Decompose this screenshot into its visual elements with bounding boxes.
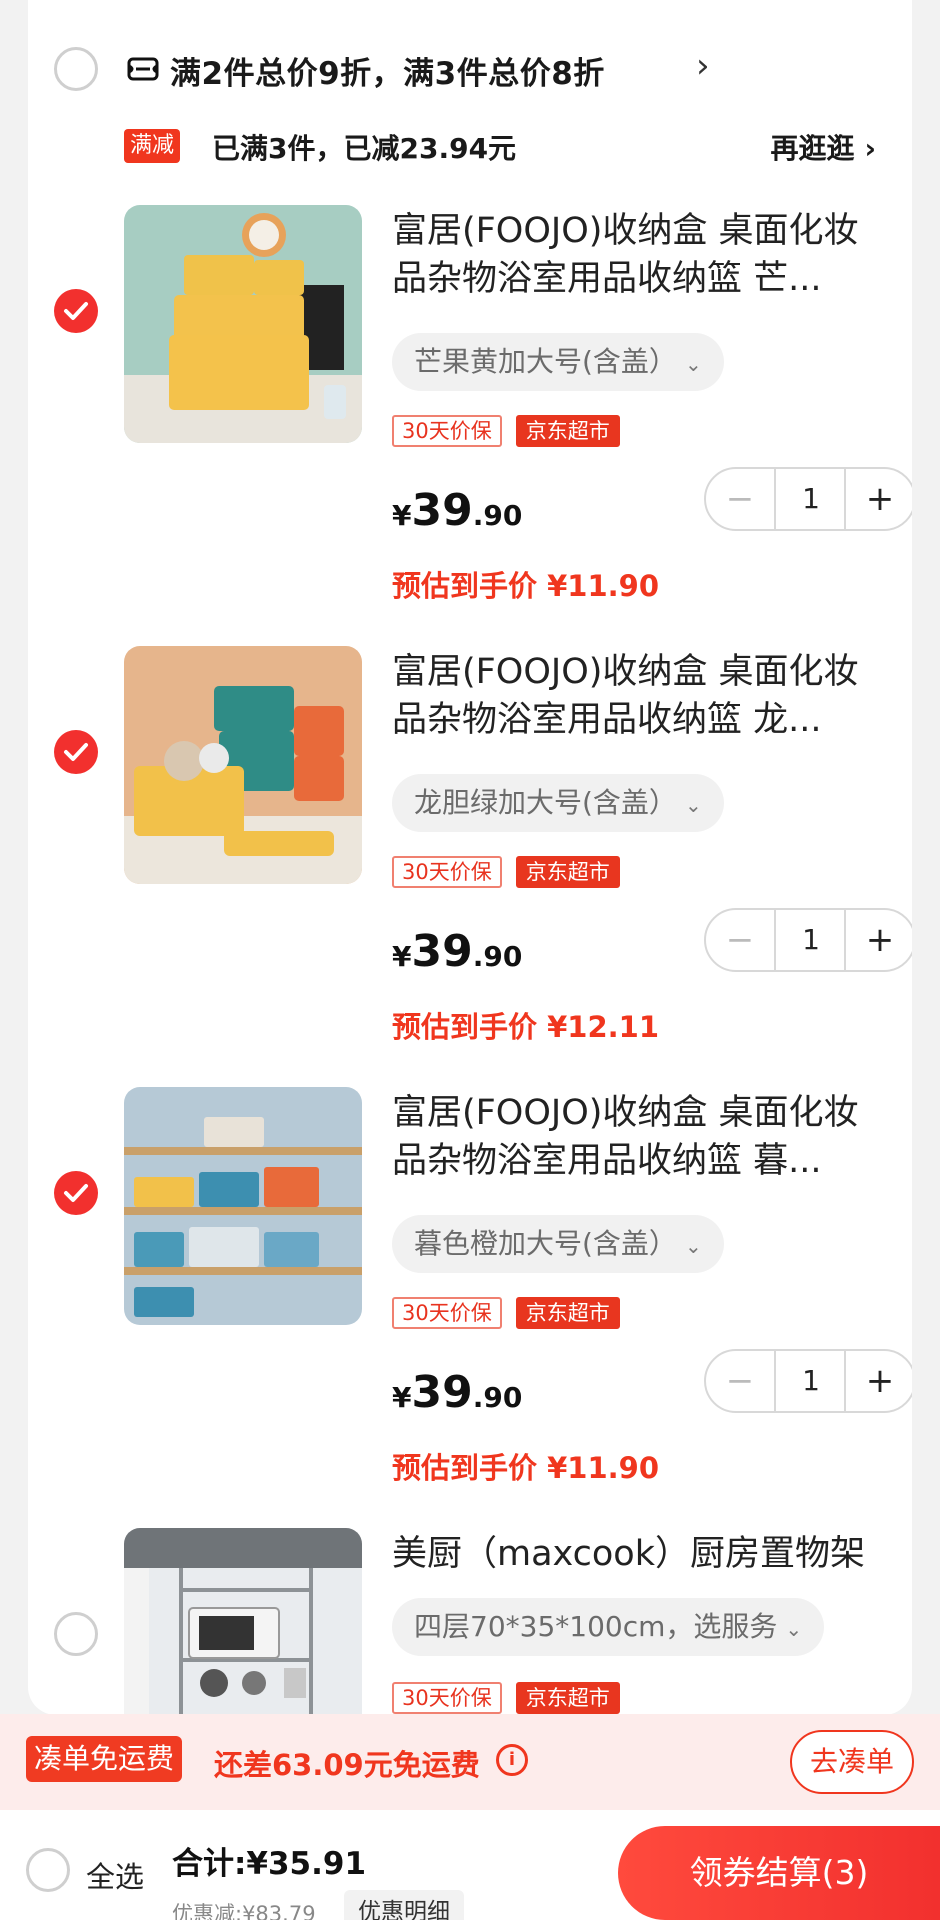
browse-more-label: 再逛逛 (770, 132, 855, 165)
select-all-label[interactable]: 全选 (86, 1854, 144, 1896)
price-currency: ¥ (392, 499, 412, 532)
free-shipping-tag: 凑单免运费 (26, 1736, 183, 1782)
item-price: ¥39.90 (392, 1367, 522, 1418)
product-image[interactable] (124, 1528, 362, 1715)
price-integer: 39 (411, 1367, 473, 1418)
price-currency: ¥ (392, 940, 412, 973)
price-guarantee-badge: 30天价保 (392, 1682, 502, 1714)
increase-button[interactable]: + (844, 1351, 912, 1411)
estimated-price: 预估到手价 ¥11.90 (392, 569, 660, 603)
jd-supermarket-badge: 京东超市 (515, 856, 620, 888)
badge-row: 30天价保 京东超市 (392, 1682, 634, 1714)
cart-store-card: 满2件总价9折，满3件总价8折 › 满减 已满3件，已减23.94元 再逛逛 › … (28, 0, 912, 1715)
promo-tag: 满减 (124, 129, 181, 163)
free-shipping-text: 还差63.09元免运费 (214, 1748, 480, 1782)
item-price: ¥39.90 (392, 485, 522, 536)
cart-item: 富居(FOOJO)收纳盒 桌面化妆品杂物浴室用品收纳篮 暮... 暮色橙加大号(… (28, 1087, 912, 1517)
price-guarantee-badge: 30天价保 (392, 1297, 502, 1329)
checkout-button[interactable]: 领券结算(3) (618, 1826, 940, 1920)
spec-selector[interactable]: 四层70*35*100cm，选服务 ⌄ (392, 1598, 825, 1656)
price-currency: ¥ (392, 1381, 412, 1414)
spec-label: 龙胆绿加大号(含盖） (414, 786, 677, 819)
checkout-bar: 全选 合计:¥35.91 优惠减:¥83.79 优惠明细 领券结算(3) (0, 1810, 940, 1920)
price-guarantee-badge: 30天价保 (392, 415, 502, 447)
quantity-stepper: − 1 + (704, 908, 912, 972)
product-image[interactable] (124, 646, 362, 884)
spec-selector[interactable]: 龙胆绿加大号(含盖） ⌄ (392, 774, 724, 832)
product-title[interactable]: 富居(FOOJO)收纳盒 桌面化妆品杂物浴室用品收纳篮 芒... (392, 207, 892, 303)
quantity-value[interactable]: 1 (776, 469, 846, 529)
item-price: ¥39.90 (392, 926, 522, 977)
price-integer: 39 (411, 926, 473, 977)
promo-chevron-right-icon: › (696, 46, 710, 86)
price-decimal: .90 (472, 940, 523, 973)
item-checked-icon[interactable] (54, 289, 98, 333)
price-decimal: .90 (472, 1381, 523, 1414)
badge-row: 30天价保 京东超市 (392, 415, 634, 447)
promo-status: 已满3件，已减23.94元 (212, 132, 517, 165)
spec-label: 四层70*35*100cm，选服务 (414, 1610, 778, 1643)
spec-selector[interactable]: 芒果黄加大号(含盖） ⌄ (392, 333, 724, 391)
product-title[interactable]: 富居(FOOJO)收纳盒 桌面化妆品杂物浴室用品收纳篮 龙... (392, 648, 892, 744)
decrease-button[interactable]: − (706, 1351, 776, 1411)
badge-row: 30天价保 京东超市 (392, 856, 634, 888)
item-checked-icon[interactable] (54, 1171, 98, 1215)
browse-more-link[interactable]: 再逛逛 › (770, 127, 876, 167)
cart-item: 美厨（maxcook）厨房置物架 四层70*35*100cm，选服务 ⌄ 30天价… (28, 1528, 912, 1715)
chevron-down-icon: ⌄ (684, 1234, 702, 1258)
price-decimal: .90 (472, 499, 523, 532)
add-on-button[interactable]: 去凑单 (790, 1730, 914, 1794)
promo-status-row: 满减 已满3件，已减23.94元 再逛逛 › (28, 125, 912, 171)
item-select-radio[interactable] (54, 1612, 98, 1656)
quantity-value[interactable]: 1 (776, 910, 846, 970)
estimated-price: 预估到手价 ¥11.90 (392, 1451, 660, 1485)
cart-item: 富居(FOOJO)收纳盒 桌面化妆品杂物浴室用品收纳篮 龙... 龙胆绿加大号(… (28, 646, 912, 1076)
chevron-down-icon: ⌄ (684, 352, 702, 376)
promo-header[interactable]: 满2件总价9折，满3件总价8折 › (28, 40, 912, 98)
badge-row: 30天价保 京东超市 (392, 1297, 634, 1329)
discount-amount: 优惠减:¥83.79 (172, 1902, 316, 1920)
spec-label: 芒果黄加大号(含盖） (414, 345, 677, 378)
discount-detail-button[interactable]: 优惠明细 (344, 1890, 464, 1920)
promo-ticket-icon (127, 57, 159, 81)
item-checked-icon[interactable] (54, 730, 98, 774)
select-all-radio[interactable] (26, 1848, 70, 1892)
jd-supermarket-badge: 京东超市 (515, 415, 620, 447)
cart-item: 富居(FOOJO)收纳盒 桌面化妆品杂物浴室用品收纳篮 芒... 芒果黄加大号(… (28, 205, 912, 635)
quantity-stepper: − 1 + (704, 467, 912, 531)
product-image[interactable] (124, 205, 362, 443)
info-icon[interactable]: i (496, 1744, 528, 1776)
promo-text: 满2件总价9折，满3件总价8折 (170, 56, 605, 92)
chevron-right-icon: › (864, 132, 876, 165)
total-price: 合计:¥35.91 (172, 1846, 367, 1882)
jd-supermarket-badge: 京东超市 (515, 1297, 620, 1329)
price-integer: 39 (411, 485, 473, 536)
promo-select-radio[interactable] (54, 47, 98, 91)
spec-label: 暮色橙加大号(含盖） (414, 1227, 677, 1260)
free-shipping-bar: 凑单免运费 还差63.09元免运费 i 去凑单 (0, 1714, 940, 1810)
chevron-down-icon: ⌄ (684, 793, 702, 817)
price-guarantee-badge: 30天价保 (392, 856, 502, 888)
increase-button[interactable]: + (844, 469, 912, 529)
estimated-price: 预估到手价 ¥12.11 (392, 1010, 660, 1044)
product-title[interactable]: 美厨（maxcook）厨房置物架 (392, 1530, 892, 1578)
decrease-button[interactable]: − (706, 469, 776, 529)
quantity-stepper: − 1 + (704, 1349, 912, 1413)
quantity-value[interactable]: 1 (776, 1351, 846, 1411)
jd-supermarket-badge: 京东超市 (515, 1682, 620, 1714)
product-image[interactable] (124, 1087, 362, 1325)
chevron-down-icon: ⌄ (785, 1617, 803, 1641)
decrease-button[interactable]: − (706, 910, 776, 970)
spec-selector[interactable]: 暮色橙加大号(含盖） ⌄ (392, 1215, 724, 1273)
increase-button[interactable]: + (844, 910, 912, 970)
product-title[interactable]: 富居(FOOJO)收纳盒 桌面化妆品杂物浴室用品收纳篮 暮... (392, 1089, 892, 1185)
